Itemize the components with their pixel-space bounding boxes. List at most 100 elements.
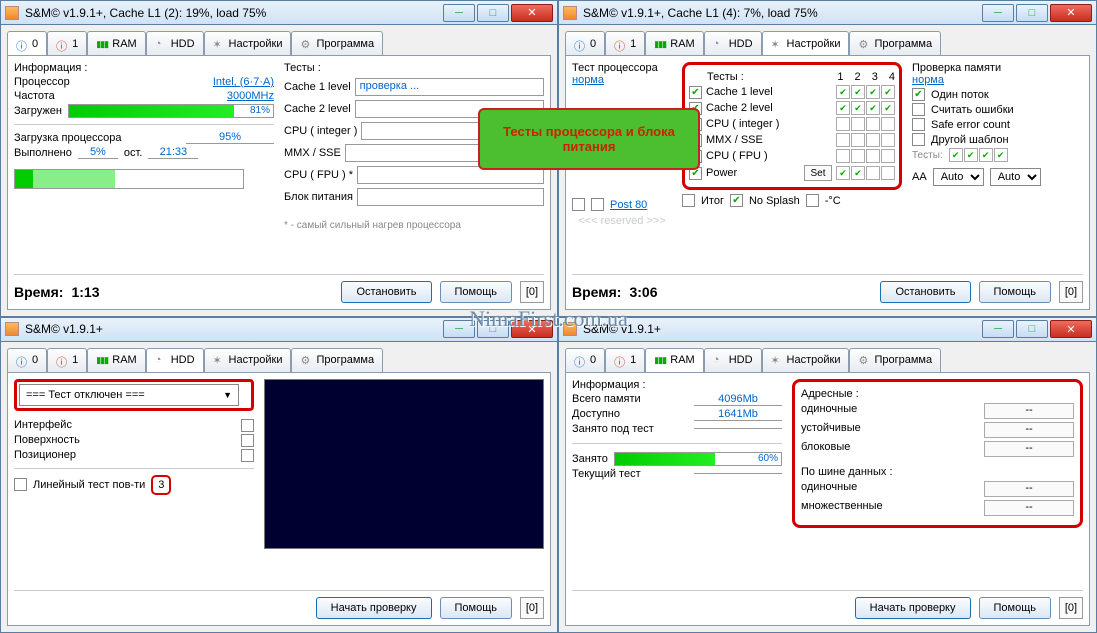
stop-button[interactable]: Остановить xyxy=(341,281,431,303)
checkbox-post80b[interactable] xyxy=(591,198,604,211)
addr-block: -- xyxy=(984,441,1074,457)
checkbox-count-errors[interactable] xyxy=(912,103,925,116)
checkbox-interface[interactable] xyxy=(241,419,254,432)
maximize-button[interactable]: □ xyxy=(477,4,509,22)
cpu-test-value[interactable]: норма xyxy=(572,74,672,86)
close-button[interactable]: ✕ xyxy=(1050,320,1092,338)
tab-settings[interactable]: Настройки xyxy=(204,31,292,55)
cpu-icon xyxy=(574,354,586,366)
linear-label: Линейный тест пов-ти xyxy=(33,479,145,491)
maximize-button[interactable]: □ xyxy=(1016,320,1048,338)
start-button[interactable]: Начать проверку xyxy=(855,597,971,619)
linear-count[interactable]: 3 xyxy=(151,475,171,495)
set-button[interactable]: Set xyxy=(804,165,832,181)
zero-button[interactable]: [0] xyxy=(1059,597,1083,619)
processor-value[interactable]: Intel, (6·7·A) xyxy=(213,76,274,88)
stop-button[interactable]: Остановить xyxy=(880,281,970,303)
minimize-button[interactable]: ─ xyxy=(443,4,475,22)
tab-ram[interactable]: RAM xyxy=(87,31,145,55)
tab-settings[interactable]: Настройки xyxy=(762,348,850,372)
tab-settings[interactable]: Настройки xyxy=(762,31,850,55)
help-button[interactable]: Помощь xyxy=(979,281,1052,303)
current-test-value xyxy=(694,473,782,474)
minimize-button[interactable]: ─ xyxy=(443,320,475,338)
tab-program[interactable]: Программа xyxy=(291,348,383,372)
window-cpu-test-running: S&M© v1.9.1+, Cache L1 (2): 19%, load 75… xyxy=(0,0,558,317)
frequency-value[interactable]: 3000MHz xyxy=(227,90,274,102)
tests-header: Тесты : xyxy=(284,62,544,74)
checkbox-safe-error[interactable] xyxy=(912,118,925,131)
memcheck-label: Проверка памяти xyxy=(912,62,1083,74)
help-button[interactable]: Помощь xyxy=(979,597,1052,619)
close-button[interactable]: ✕ xyxy=(1050,4,1092,22)
cpu-icon xyxy=(16,354,28,366)
titlebar[interactable]: S&M© v1.9.1+ ─ □ ✕ xyxy=(559,318,1096,342)
aa-select-1[interactable]: Auto xyxy=(933,168,984,186)
tab-cpu1[interactable]: 1 xyxy=(605,348,645,372)
checkbox-surface[interactable] xyxy=(241,434,254,447)
post80-link[interactable]: Post 80 xyxy=(610,199,647,211)
tab-hdd[interactable]: HDD xyxy=(704,31,762,55)
tab-cpu0[interactable]: 0 xyxy=(565,348,605,372)
checkbox-degc[interactable] xyxy=(806,194,819,207)
time-label: Время: xyxy=(14,284,63,300)
tab-ram[interactable]: RAM xyxy=(645,31,703,55)
maximize-button[interactable]: □ xyxy=(1016,4,1048,22)
current-test-label: Текущий тест xyxy=(572,468,688,480)
addr-header: Адресные : xyxy=(801,388,1074,400)
callout-annotation: Тесты процессора и блока питания xyxy=(478,108,700,170)
tab-hdd[interactable]: HDD xyxy=(146,31,204,55)
checkbox-positioner[interactable] xyxy=(241,449,254,462)
tab-hdd[interactable]: HDD xyxy=(704,348,762,372)
zero-button[interactable]: [0] xyxy=(1059,281,1083,303)
cpu-icon xyxy=(56,354,68,366)
gear-icon xyxy=(771,38,783,50)
start-button[interactable]: Начать проверку xyxy=(316,597,432,619)
tab-settings[interactable]: Настройки xyxy=(204,348,292,372)
tab-cpu1[interactable]: 1 xyxy=(47,31,87,55)
progress-bar xyxy=(14,169,244,189)
addr-single: -- xyxy=(984,403,1074,419)
done-label: Выполнено xyxy=(14,147,72,159)
tab-hdd[interactable]: HDD xyxy=(146,348,204,372)
tab-ram[interactable]: RAM xyxy=(87,348,145,372)
tab-cpu1[interactable]: 1 xyxy=(47,348,87,372)
zero-button[interactable]: [0] xyxy=(520,281,544,303)
disk-select[interactable]: === Тест отключен ===▼ xyxy=(19,384,239,406)
titlebar[interactable]: S&M© v1.9.1+, Cache L1 (4): 7%, load 75%… xyxy=(559,1,1096,25)
tab-program[interactable]: Программа xyxy=(849,348,941,372)
help-button[interactable]: Помощь xyxy=(440,597,513,619)
checkbox-itog[interactable] xyxy=(682,194,695,207)
minimize-button[interactable]: ─ xyxy=(982,4,1014,22)
disk-select-highlight: === Тест отключен ===▼ xyxy=(14,379,254,411)
tab-cpu0[interactable]: 0 xyxy=(565,31,605,55)
tab-cpu1[interactable]: 1 xyxy=(605,31,645,55)
close-button[interactable]: ✕ xyxy=(511,4,553,22)
checkbox-nosplash[interactable] xyxy=(730,194,743,207)
tests-header: Тесты : xyxy=(707,71,833,83)
titlebar[interactable]: S&M© v1.9.1+ ─ □ ✕ xyxy=(1,318,557,342)
close-button[interactable]: ✕ xyxy=(511,320,553,338)
checkbox-other-template[interactable] xyxy=(912,133,925,146)
checkbox-linear[interactable] xyxy=(14,478,27,491)
tab-program[interactable]: Программа xyxy=(849,31,941,55)
total-mem-label: Всего памяти xyxy=(572,393,688,405)
zero-button[interactable]: [0] xyxy=(520,597,544,619)
app-icon xyxy=(563,6,577,20)
checkbox-post80a[interactable] xyxy=(572,198,585,211)
help-button[interactable]: Помощь xyxy=(440,281,513,303)
minimize-button[interactable]: ─ xyxy=(982,320,1014,338)
titlebar[interactable]: S&M© v1.9.1+, Cache L1 (2): 19%, load 75… xyxy=(1,1,557,25)
checkbox-cache1[interactable] xyxy=(689,86,702,99)
maximize-button[interactable]: □ xyxy=(477,320,509,338)
app-icon xyxy=(563,322,577,336)
tab-cpu0[interactable]: 0 xyxy=(7,31,47,55)
memcheck-value[interactable]: норма xyxy=(912,74,1083,86)
note-text: * - самый сильный нагрев процессора xyxy=(284,220,544,231)
tab-cpu0[interactable]: 0 xyxy=(7,348,47,372)
ram-icon xyxy=(654,354,666,366)
tab-ram[interactable]: RAM xyxy=(645,348,703,372)
tab-program[interactable]: Программа xyxy=(291,31,383,55)
aa-select-2[interactable]: Auto xyxy=(990,168,1041,186)
checkbox-one-thread[interactable] xyxy=(912,88,925,101)
